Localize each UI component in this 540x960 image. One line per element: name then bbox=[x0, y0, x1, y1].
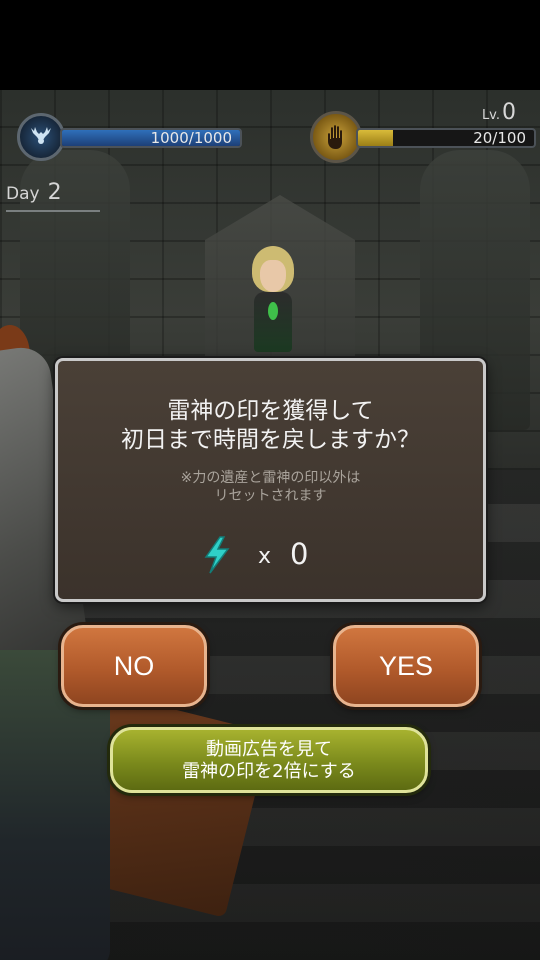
hand-icon bbox=[310, 111, 362, 163]
exp-text: 20/100 bbox=[473, 129, 526, 147]
level-indicator: Lv.0 bbox=[482, 100, 516, 125]
watch-ad-button[interactable]: 動画広告を見て 雷神の印を2倍にする bbox=[110, 727, 428, 793]
day-counter: Day 2 bbox=[6, 180, 100, 212]
level-label: Lv. bbox=[481, 108, 500, 123]
count-prefix: x bbox=[258, 544, 272, 569]
dialog-note: ※力の遺産と雷神の印以外は リセットされます bbox=[180, 470, 361, 504]
deer-crest-icon bbox=[17, 113, 65, 161]
exp-bar-fill bbox=[358, 130, 394, 146]
dialog-title: 雷神の印を獲得して 初日まで時間を戻しますか？ bbox=[121, 398, 420, 453]
day-label: Day bbox=[6, 184, 40, 204]
lightning-icon bbox=[204, 536, 230, 574]
reset-confirm-dialog: 雷神の印を獲得して 初日まで時間を戻しますか？ ※力の遺産と雷神の印以外は リセ… bbox=[55, 358, 486, 602]
level-value: 0 bbox=[502, 100, 516, 125]
exp-bar: 20/100 bbox=[356, 128, 536, 148]
hp-text: 1000/1000 bbox=[150, 129, 232, 147]
yes-button[interactable]: YES bbox=[333, 625, 479, 707]
no-button[interactable]: NO bbox=[61, 625, 207, 707]
elf-character bbox=[238, 240, 308, 360]
count-value: 0 bbox=[290, 537, 309, 571]
hp-bar: 1000/1000 bbox=[60, 128, 242, 148]
day-value: 2 bbox=[47, 180, 62, 205]
